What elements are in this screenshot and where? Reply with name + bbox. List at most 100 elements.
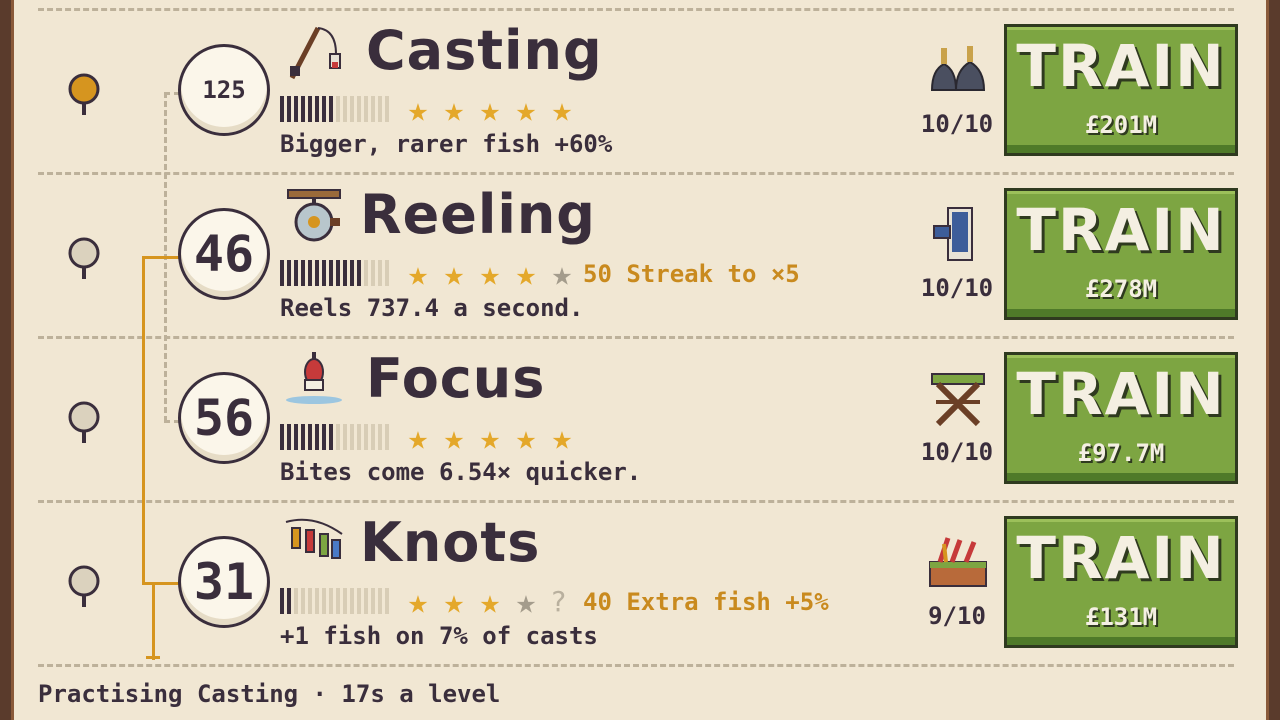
progress-segment-filled <box>343 260 347 286</box>
bobber-icon <box>284 350 344 410</box>
train-price: £278M <box>1084 275 1158 303</box>
train-price: £201M <box>1084 111 1158 139</box>
train-button-knots[interactable]: TRAIN £131M <box>1004 516 1238 648</box>
tree-connector-active <box>142 582 180 585</box>
star-filled-icon: ★ <box>443 418 465 458</box>
progress-segment-filled <box>329 96 333 122</box>
progress-segment-filled <box>294 260 298 286</box>
progress-segment-filled <box>322 96 326 122</box>
progress-segment-filled <box>280 260 284 286</box>
tree-connector-active <box>152 584 155 660</box>
glove-icon <box>926 204 990 264</box>
pin-icon[interactable] <box>66 400 102 446</box>
progress-segment-empty <box>350 96 354 122</box>
lures-icon <box>284 514 344 574</box>
progress-segment-empty <box>336 588 340 614</box>
stool-icon <box>926 368 990 428</box>
progress-segment-empty <box>308 588 312 614</box>
star-empty-icon: ★ <box>551 254 573 294</box>
separator <box>38 500 1234 503</box>
star-filled-icon: ★ <box>479 254 501 294</box>
separator <box>38 664 1234 667</box>
star-rating: ★ ★ ★ ★? <box>402 582 567 622</box>
level-badge: 31 <box>178 536 270 628</box>
star-filled-icon: ★ <box>407 254 429 294</box>
progress-segment-empty <box>371 588 375 614</box>
train-button-reeling[interactable]: TRAIN £278M <box>1004 188 1238 320</box>
progress-segment-empty <box>364 424 368 450</box>
progress-bar <box>280 260 392 286</box>
progress-segment-empty <box>336 96 340 122</box>
progress-segment-empty <box>371 96 375 122</box>
pin-icon[interactable] <box>66 236 102 282</box>
progress-segment-filled <box>350 260 354 286</box>
train-label: TRAIN <box>1016 32 1226 100</box>
progress-segment-empty <box>343 588 347 614</box>
progress-segment-empty <box>364 260 368 286</box>
tree-connector-active <box>142 256 180 259</box>
next-bonus: 50 Streak to ×5 <box>583 260 800 288</box>
progress-segment-filled <box>308 96 312 122</box>
progress-segment-filled <box>308 424 312 450</box>
right-frame <box>1266 0 1280 720</box>
progress-segment-empty <box>357 96 361 122</box>
skill-title: Reeling <box>360 183 596 246</box>
star-rating: ★ ★ ★ ★ ★ <box>402 418 582 458</box>
skill-description: Bigger, rarer fish +60% <box>280 130 613 158</box>
tree-connector-active <box>142 256 145 584</box>
progress-segment-empty <box>322 588 326 614</box>
progress-segment-empty <box>385 260 389 286</box>
progress-segment-filled <box>287 588 291 614</box>
progress-segment-filled <box>315 96 319 122</box>
train-label: TRAIN <box>1016 524 1226 592</box>
star-filled-icon: ★ <box>551 90 573 130</box>
star-filled-icon: ★ <box>407 582 429 622</box>
progress-segment-filled <box>301 96 305 122</box>
level-badge: 125 <box>178 44 270 136</box>
ink-bottles-icon <box>926 40 990 100</box>
progress-segment-filled <box>280 96 284 122</box>
pin-icon[interactable] <box>66 564 102 610</box>
next-bonus: 40 Extra fish +5% <box>583 588 829 616</box>
active-pin-icon[interactable] <box>66 72 102 118</box>
progress-segment-filled <box>280 588 284 614</box>
reel-icon <box>284 186 344 246</box>
train-button-focus[interactable]: TRAIN £97.7M <box>1004 352 1238 484</box>
progress-segment-empty <box>364 588 368 614</box>
progress-segment-empty <box>329 588 333 614</box>
skill-title: Casting <box>366 19 603 82</box>
star-filled-icon: ★ <box>515 90 537 130</box>
progress-segment-filled <box>294 424 298 450</box>
progress-segment-empty <box>301 588 305 614</box>
progress-segment-empty <box>378 588 382 614</box>
skill-title: Focus <box>366 347 546 410</box>
progress-segment-filled <box>329 260 333 286</box>
progress-segment-filled <box>294 96 298 122</box>
progress-segment-filled <box>315 260 319 286</box>
progress-segment-empty <box>357 424 361 450</box>
item-count: 10/10 <box>920 438 994 466</box>
progress-segment-empty <box>357 588 361 614</box>
star-filled-icon: ★ <box>479 418 501 458</box>
item-count: 9/10 <box>928 602 986 630</box>
skill-description: +1 fish on 7% of casts <box>280 622 598 650</box>
level-badge: 56 <box>178 372 270 464</box>
progress-segment-filled <box>287 96 291 122</box>
train-label: TRAIN <box>1016 360 1226 428</box>
progress-segment-filled <box>287 424 291 450</box>
progress-segment-empty <box>378 96 382 122</box>
train-button-casting[interactable]: TRAIN £201M <box>1004 24 1238 156</box>
progress-segment-empty <box>371 424 375 450</box>
fishing-rod-icon <box>284 22 344 82</box>
progress-bar <box>280 588 392 614</box>
separator <box>38 336 1234 339</box>
progress-segment-filled <box>301 424 305 450</box>
progress-segment-empty <box>378 260 382 286</box>
separator <box>38 8 1234 11</box>
progress-segment-filled <box>301 260 305 286</box>
star-filled-icon: ★ <box>551 418 573 458</box>
star-rating: ★ ★ ★ ★ ★ <box>402 90 582 130</box>
skill-description: Bites come 6.54× quicker. <box>280 458 642 486</box>
progress-segment-empty <box>336 424 340 450</box>
star-filled-icon: ★ <box>443 582 465 622</box>
